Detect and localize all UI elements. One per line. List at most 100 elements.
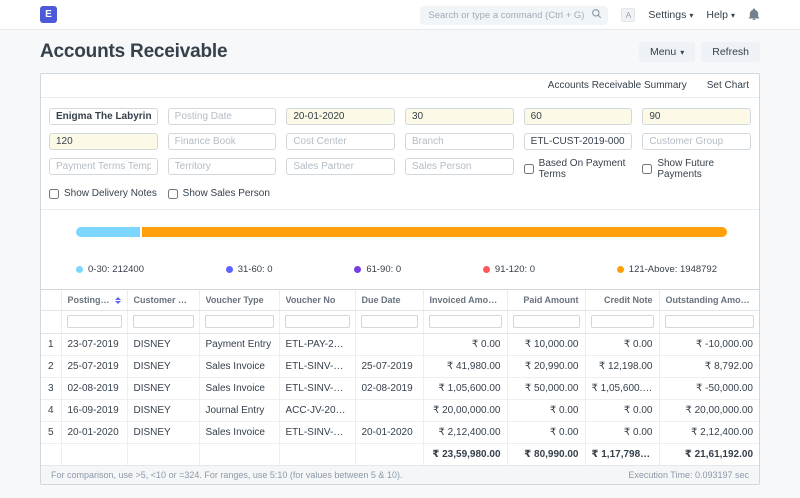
filter-input-ageing-range-4[interactable] <box>49 133 158 150</box>
filter-input-cost-center[interactable] <box>286 133 395 150</box>
column-filter-input-paid-amount[interactable] <box>512 315 580 328</box>
voucher-link[interactable]: ETL-SINV-2019-00007 <box>279 355 356 378</box>
awesomebar-shortcut-badge: A <box>621 7 636 22</box>
checkbox-based-on-payment-terms[interactable] <box>523 164 534 174</box>
table-cell: ₹ 50,000.00 <box>507 377 586 400</box>
column-filter-input-invoiced-amount[interactable] <box>428 315 502 328</box>
table-cell: ₹ 10,000.00 <box>507 333 586 356</box>
checkbox-show-future-payments[interactable] <box>642 164 653 174</box>
app-logo[interactable]: E <box>40 6 57 23</box>
column-header-customer-name[interactable]: Customer Name <box>127 290 200 311</box>
column-filter-input-voucher-no[interactable] <box>284 315 350 328</box>
filter-input-finance-book[interactable] <box>167 133 277 150</box>
voucher-link[interactable]: ACC-JV-2019-00028 <box>279 399 356 422</box>
column-header-inner: Customer Name <box>134 295 193 305</box>
table-cell: 4 <box>41 399 62 422</box>
table-cell: 5 <box>41 421 62 444</box>
notifications-bell-icon[interactable] <box>748 8 760 21</box>
menu-button-label: Menu <box>649 46 677 58</box>
column-header-label: Paid Amount <box>523 295 579 305</box>
report-footer: For comparison, use >5, <10 or =324. For… <box>41 465 759 484</box>
filter-input-ageing-range-1[interactable] <box>404 108 514 125</box>
filter-input-posting-date[interactable] <box>167 108 277 125</box>
filter-input-territory[interactable] <box>167 158 277 175</box>
chevron-down-icon <box>731 9 735 21</box>
settings-menu[interactable]: Settings <box>648 9 693 21</box>
bar-segment-121-above <box>141 227 727 237</box>
column-header-voucher-type[interactable]: Voucher Type <box>199 290 280 311</box>
legend-label: 121-Above: 1948792 <box>628 264 717 275</box>
column-header-inner: Due Date <box>362 295 417 305</box>
filter-input-payment-terms-template[interactable] <box>49 158 158 175</box>
global-search <box>420 5 609 25</box>
filter-checkbox-show-sales-person[interactable]: Show Sales Person <box>167 188 277 199</box>
page-title: Accounts Receivable <box>40 41 228 62</box>
table-cell: ₹ 0.00 <box>507 421 586 444</box>
column-header-inner: Posting Date <box>68 295 121 305</box>
set-chart-link[interactable]: Set Chart <box>707 80 749 91</box>
column-filter-cell <box>61 310 128 334</box>
table-row: 4 16-09-2019 DISNEY Journal Entry ACC-JV-201… <box>41 399 759 422</box>
execution-time: Execution Time: 0.093197 sec <box>628 470 749 480</box>
refresh-button[interactable]: Refresh <box>701 42 760 62</box>
filter-input-ageing-range-2[interactable] <box>523 108 633 125</box>
filter-input-customer-group[interactable] <box>642 133 751 150</box>
legend-label: 61-90: 0 <box>366 264 402 275</box>
checkbox-show-delivery-notes[interactable] <box>49 188 59 199</box>
table-cell: ₹ 2,12,400.00 <box>659 421 759 444</box>
column-header-label: Voucher No <box>285 295 336 305</box>
column-header-paid-amount[interactable]: Paid Amount <box>507 290 586 311</box>
filter-input-report-date[interactable] <box>286 108 395 125</box>
column-filter-input-voucher-type[interactable] <box>204 315 274 328</box>
menu-button[interactable]: Menu <box>638 42 696 62</box>
table-cell: ₹ 0.00 <box>507 399 586 422</box>
column-header-index[interactable] <box>41 290 62 311</box>
column-filter-input-customer-name[interactable] <box>132 315 194 328</box>
table-cell: 02-08-2019 <box>61 377 128 400</box>
checkbox-label: Show Future Payments <box>657 158 715 180</box>
table-cell: ₹ 20,00,000.00 <box>423 399 508 422</box>
voucher-link[interactable]: ETL-SINV-2019-00020 <box>279 377 356 400</box>
totals-cell <box>355 443 424 465</box>
column-header-inner: Voucher Type <box>206 295 273 305</box>
filter-input-sales-partner[interactable] <box>286 158 395 175</box>
column-header-invoiced-amount[interactable]: Invoiced Amount <box>423 290 508 311</box>
table-cell: ₹ 0.00 <box>585 421 660 444</box>
ageing-chart: 0-30: 212400 31-60: 0 61-90: 0 91-120: 0 121… <box>41 210 759 289</box>
filter-input-sales-person[interactable] <box>404 158 514 175</box>
column-filter-input-outstanding-amount[interactable] <box>664 315 754 328</box>
column-filter-cell <box>41 310 62 334</box>
filter-checkbox-show-future-payments[interactable]: Show Future Payments <box>642 158 751 180</box>
column-filter-cell <box>507 310 586 334</box>
filter-input-ageing-range-3[interactable] <box>642 108 751 125</box>
column-header-label: Posting Date <box>67 295 112 305</box>
accounts-receivable-summary-link[interactable]: Accounts Receivable Summary <box>548 80 687 91</box>
filter-input-company[interactable] <box>49 108 158 125</box>
voucher-link[interactable]: ETL-SINV-2020-00001 <box>279 421 356 444</box>
chevron-down-icon <box>689 9 693 21</box>
column-header-voucher-no[interactable]: Voucher No <box>279 290 356 311</box>
column-header-outstanding-amount[interactable]: Outstanding Amount <box>659 290 759 311</box>
voucher-link[interactable]: ETL-PAY-2019-00002 <box>279 333 356 356</box>
column-filter-input-posting-date[interactable] <box>66 315 122 328</box>
column-header-inner: Paid Amount <box>514 295 579 305</box>
checkbox-show-sales-person[interactable] <box>167 188 178 199</box>
filter-checkbox-based-on-payment-terms[interactable]: Based On Payment Terms <box>523 158 633 180</box>
filter-checkbox-show-delivery-notes[interactable]: Show Delivery Notes <box>49 188 158 199</box>
legend-item-31-60: 31-60: 0 <box>225 264 273 275</box>
table-cell: 25-07-2019 <box>61 355 128 378</box>
help-menu[interactable]: Help <box>706 9 735 21</box>
table-cell: 1 <box>41 333 62 356</box>
column-filter-input-due-date[interactable] <box>360 315 418 328</box>
filter-input-customer[interactable] <box>523 133 633 150</box>
column-filter-cell <box>199 310 280 334</box>
totals-cell <box>127 443 200 465</box>
column-header-credit-note[interactable]: Credit Note <box>585 290 660 311</box>
filter-input-branch[interactable] <box>404 133 514 150</box>
column-header-due-date[interactable]: Due Date <box>355 290 424 311</box>
column-header-posting-date[interactable]: Posting Date <box>61 290 128 311</box>
column-filter-input-credit-note[interactable] <box>590 315 654 328</box>
search-input[interactable] <box>420 5 609 25</box>
table-cell: ₹ 2,12,400.00 <box>423 421 508 444</box>
table-cell: ₹ 0.00 <box>423 333 508 356</box>
